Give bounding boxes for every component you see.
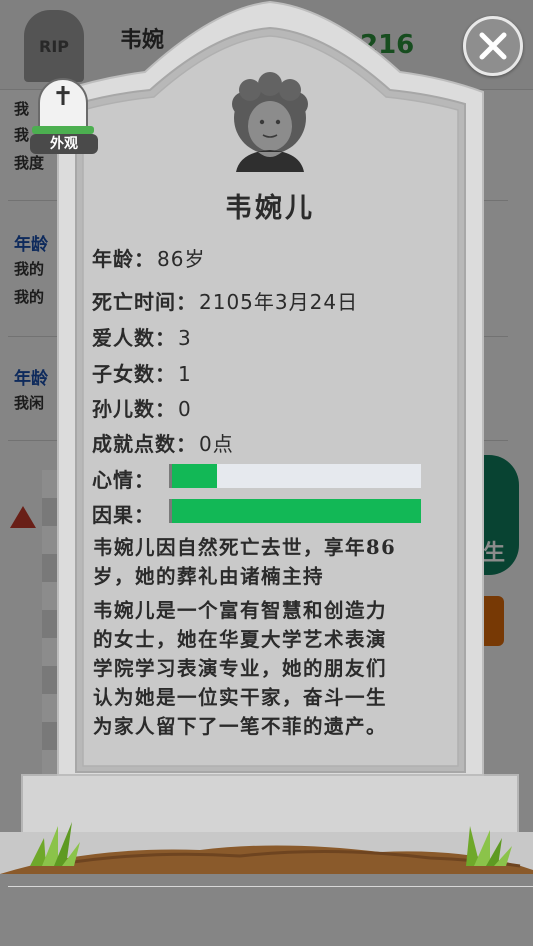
close-button[interactable] xyxy=(463,16,523,76)
age-value: 86岁 xyxy=(157,247,206,271)
tombstone-base xyxy=(21,774,519,836)
achievements-row: 成就点数： 0点 xyxy=(92,428,234,457)
children-row: 子女数： 1 xyxy=(92,358,192,387)
biography-line: 为家人留下了一笔不菲的遗产。 xyxy=(93,715,388,738)
mood-label: 心情： xyxy=(92,468,155,492)
children-label: 子女数： xyxy=(92,362,176,386)
grandchildren-label: 孙儿数： xyxy=(92,397,176,421)
biography-line: 的女士，她在华夏大学艺术表演 xyxy=(93,628,388,651)
grandchildren-row: 孙儿数： 0 xyxy=(92,393,192,422)
bottom-divider xyxy=(8,886,533,887)
biography-line: 学院学习表演专业，她的朋友们 xyxy=(93,657,388,680)
karma-bar-fill xyxy=(172,499,421,523)
achievements-value: 0点 xyxy=(199,432,234,456)
death-description-line: 岁，她的葬礼由诸楠主持 xyxy=(93,565,325,588)
biography-line: 韦婉儿是一个富有智慧和创造力 xyxy=(93,599,388,622)
age-row: 年龄： 86岁 xyxy=(92,243,205,272)
children-value: 1 xyxy=(178,362,192,386)
biography: 韦婉儿是一个富有智慧和创造力 的女士，她在华夏大学艺术表演 学院学习表演专业，她… xyxy=(93,596,451,741)
appearance-label: 外观 xyxy=(30,134,98,154)
karma-label: 因果： xyxy=(92,503,155,527)
mood-bar-fill xyxy=(172,464,217,488)
achievements-label: 成就点数： xyxy=(92,432,197,456)
death-description-line: 韦婉儿因自然死亡去世，享年86 xyxy=(93,536,397,559)
mood-bar xyxy=(169,464,421,488)
karma-bar xyxy=(169,499,421,523)
deceased-name: 韦婉儿 xyxy=(225,193,315,224)
death-time-value: 2105年3月24日 xyxy=(199,290,359,314)
age-label: 年龄： xyxy=(92,247,155,271)
lovers-label: 爱人数： xyxy=(92,326,176,350)
death-time-row: 死亡时间： 2105年3月24日 xyxy=(92,286,358,315)
grandchildren-value: 0 xyxy=(178,397,192,421)
close-icon xyxy=(479,32,507,60)
lovers-row: 爱人数： 3 xyxy=(92,322,192,351)
death-time-label: 死亡时间： xyxy=(92,290,197,314)
grass-strip xyxy=(32,126,94,134)
lovers-value: 3 xyxy=(178,326,192,350)
biography-line: 认为她是一位实干家，奋斗一生 xyxy=(93,686,388,709)
death-description: 韦婉儿因自然死亡去世，享年86 岁，她的葬礼由诸楠主持 xyxy=(93,533,451,591)
appearance-button[interactable]: ✝ 外观 xyxy=(30,78,98,154)
